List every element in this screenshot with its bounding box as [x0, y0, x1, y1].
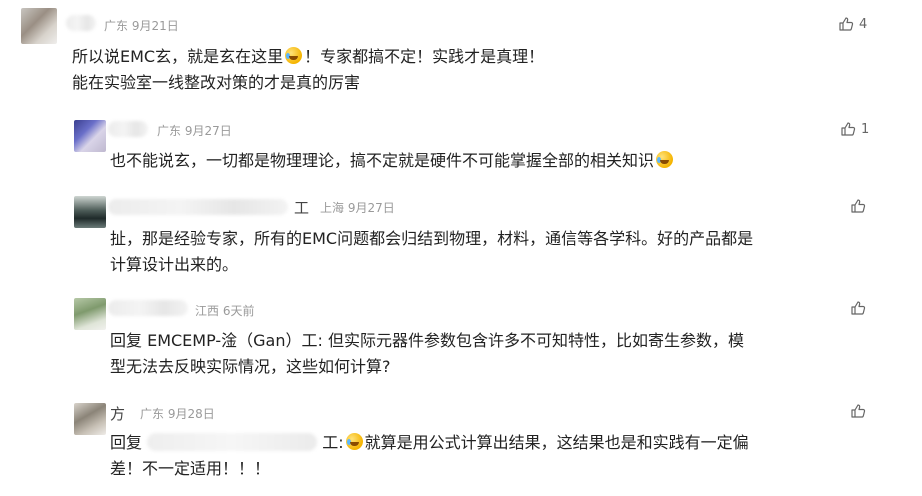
username-blurred[interactable]	[66, 15, 96, 31]
reply-meta: 广东 9月27日	[157, 124, 232, 138]
avatar[interactable]	[74, 298, 106, 330]
reply-meta: 江西 6天前	[195, 304, 255, 318]
reply-text: 计算设计出来的。	[110, 255, 239, 274]
like-count: 4	[859, 16, 868, 32]
reply-mention-suffix: 工:	[322, 433, 344, 452]
reply-text: 回复 工: 就算是用公式计算出结果，这结果也是和实践有一定偏	[110, 430, 749, 456]
comment-text: 能在实验室一线整改对策的才是真的厉害	[72, 73, 361, 92]
thumbs-up-icon	[851, 199, 866, 213]
laugh-cry-emoji-icon	[656, 151, 674, 168]
username-blurred[interactable]	[108, 300, 188, 316]
thumbs-up-icon	[851, 301, 866, 315]
reply-prefix: 回复	[110, 433, 143, 452]
thumbs-up-icon	[851, 404, 866, 418]
reply-text: 型无法去反映实际情况，这些如何计算?	[110, 357, 391, 376]
like-button[interactable]	[850, 300, 866, 316]
comment-meta: 广东 9月21日	[104, 19, 179, 33]
reply-meta: 广东 9月28日	[140, 407, 215, 421]
username[interactable]: 方	[110, 403, 125, 424]
reply-text: 回复 EMCEMP-淦（Gan）工: 但实际元器件参数包含许多不可知特性，比如寄…	[110, 331, 744, 350]
username-blurred[interactable]	[108, 121, 148, 137]
reply-text: 扯，那是经验专家，所有的EMC问题都会归结到物理，材料，通信等各学科。好的产品都…	[110, 229, 754, 248]
like-button[interactable]	[850, 198, 866, 214]
avatar[interactable]	[74, 196, 106, 228]
laugh-cry-emoji-icon	[285, 47, 303, 64]
avatar[interactable]	[74, 120, 106, 152]
reply-text: 也不能说玄，一切都是物理理论，搞不定就是硬件不可能掌握全部的相关知识	[110, 148, 675, 174]
reply-meta: 上海 9月27日	[320, 201, 395, 215]
avatar[interactable]	[21, 8, 57, 44]
comment-text-segment: 所以说EMC玄，就是玄在这里	[72, 47, 284, 66]
username-blurred[interactable]	[108, 199, 288, 215]
like-button[interactable]: 1	[840, 121, 869, 137]
reply-text-segment: 也不能说玄，一切都是物理理论，搞不定就是硬件不可能掌握全部的相关知识	[110, 151, 655, 170]
like-count: 1	[861, 121, 870, 137]
reply-text: 差！不一定适用！！！	[110, 459, 271, 478]
like-button[interactable]: 4	[838, 16, 867, 32]
username-suffix[interactable]: 工	[294, 197, 309, 218]
mentioned-username-blurred[interactable]	[147, 433, 318, 451]
thumbs-up-icon	[841, 122, 856, 136]
laugh-cry-emoji-icon	[345, 433, 363, 450]
avatar[interactable]	[74, 403, 106, 435]
comment-text: 所以说EMC玄，就是玄在这里 ！专家都搞不定！实践才是真理！	[72, 44, 544, 70]
comment-text-segment: ！专家都搞不定！实践才是真理！	[304, 47, 545, 66]
reply-text-segment: 就算是用公式计算出结果，这结果也是和实践有一定偏	[364, 433, 749, 452]
like-button[interactable]	[850, 403, 866, 419]
thumbs-up-icon	[839, 17, 854, 31]
